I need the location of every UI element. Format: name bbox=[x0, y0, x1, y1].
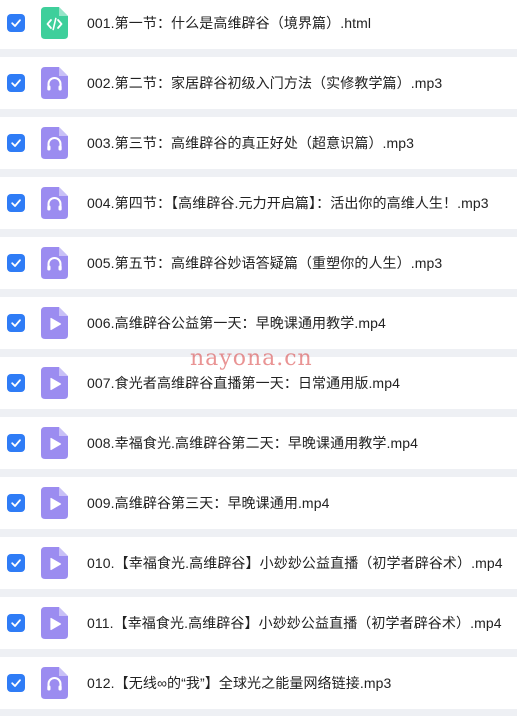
checkmark-icon bbox=[11, 199, 21, 207]
file-checkbox[interactable] bbox=[7, 494, 25, 512]
play-file-icon bbox=[41, 367, 68, 399]
file-checkbox[interactable] bbox=[7, 374, 25, 392]
play-file-icon bbox=[41, 547, 68, 579]
headphones-file-icon bbox=[41, 127, 68, 159]
file-checkbox[interactable] bbox=[7, 434, 25, 452]
file-checkbox[interactable] bbox=[7, 674, 25, 692]
file-row[interactable]: 006.高维辟谷公益第一天：早晚课通用教学.mp4 bbox=[0, 297, 517, 349]
file-name[interactable]: 011.【幸福食光.高维辟谷】小玅玅公益直播（初学者辟谷术）.mp4 bbox=[87, 613, 502, 633]
checkmark-icon bbox=[11, 679, 21, 687]
file-name[interactable]: 003.第三节：高维辟谷的真正好处（超意识篇）.mp3 bbox=[87, 133, 414, 153]
file-name[interactable]: 008.幸福食光.高维辟谷第二天：早晚课通用教学.mp4 bbox=[87, 433, 418, 453]
play-file-icon bbox=[41, 607, 68, 639]
file-row[interactable]: 010.【幸福食光.高维辟谷】小玅玅公益直播（初学者辟谷术）.mp4 bbox=[0, 537, 517, 589]
file-checkbox[interactable] bbox=[7, 554, 25, 572]
checkmark-icon bbox=[11, 19, 21, 27]
file-name[interactable]: 009.高维辟谷第三天：早晚课通用.mp4 bbox=[87, 493, 329, 513]
file-row[interactable]: 003.第三节：高维辟谷的真正好处（超意识篇）.mp3 bbox=[0, 117, 517, 169]
file-name[interactable]: 002.第二节：家居辟谷初级入门方法（实修教学篇）.mp3 bbox=[87, 73, 442, 93]
checkmark-icon bbox=[11, 319, 21, 327]
headphones-file-icon bbox=[41, 187, 68, 219]
file-name[interactable]: 012.【无线∞的“我”】全球光之能量网络链接.mp3 bbox=[87, 673, 391, 693]
checkmark-icon bbox=[11, 139, 21, 147]
file-checkbox[interactable] bbox=[7, 74, 25, 92]
headphones-file-icon bbox=[41, 667, 68, 699]
file-checkbox[interactable] bbox=[7, 614, 25, 632]
checkmark-icon bbox=[11, 379, 21, 387]
file-checkbox[interactable] bbox=[7, 194, 25, 212]
play-file-icon bbox=[41, 427, 68, 459]
file-checkbox[interactable] bbox=[7, 254, 25, 272]
checkmark-icon bbox=[11, 259, 21, 267]
file-name[interactable]: 006.高维辟谷公益第一天：早晚课通用教学.mp4 bbox=[87, 313, 386, 333]
file-row[interactable]: 008.幸福食光.高维辟谷第二天：早晚课通用教学.mp4 bbox=[0, 417, 517, 469]
checkmark-icon bbox=[11, 619, 21, 627]
checkmark-icon bbox=[11, 79, 21, 87]
checkmark-icon bbox=[11, 559, 21, 567]
file-row[interactable]: 005.第五节：高维辟谷妙语答疑篇（重塑你的人生）.mp3 bbox=[0, 237, 517, 289]
file-row[interactable]: 011.【幸福食光.高维辟谷】小玅玅公益直播（初学者辟谷术）.mp4 bbox=[0, 597, 517, 649]
file-name[interactable]: 001.第一节：什么是高维辟谷（境界篇）.html bbox=[87, 13, 371, 33]
checkmark-icon bbox=[11, 439, 21, 447]
file-row[interactable]: 012.【无线∞的“我”】全球光之能量网络链接.mp3 bbox=[0, 657, 517, 709]
headphones-file-icon bbox=[41, 67, 68, 99]
file-row[interactable]: 004.第四节：【高维辟谷.元力开启篇】：活出你的高维人生！.mp3 bbox=[0, 177, 517, 229]
file-name[interactable]: 010.【幸福食光.高维辟谷】小玅玅公益直播（初学者辟谷术）.mp4 bbox=[87, 553, 503, 573]
play-file-icon bbox=[41, 307, 68, 339]
file-name[interactable]: 005.第五节：高维辟谷妙语答疑篇（重塑你的人生）.mp3 bbox=[87, 253, 442, 273]
headphones-file-icon bbox=[41, 247, 68, 279]
file-checkbox[interactable] bbox=[7, 134, 25, 152]
file-name[interactable]: 004.第四节：【高维辟谷.元力开启篇】：活出你的高维人生！.mp3 bbox=[87, 193, 489, 213]
checkmark-icon bbox=[11, 499, 21, 507]
file-name[interactable]: 007.食光者高维辟谷直播第一天：日常通用版.mp4 bbox=[87, 373, 400, 393]
watermark: nayona.cn bbox=[190, 346, 313, 371]
file-row[interactable]: 002.第二节：家居辟谷初级入门方法（实修教学篇）.mp3 bbox=[0, 57, 517, 109]
file-row[interactable]: 001.第一节：什么是高维辟谷（境界篇）.html bbox=[0, 0, 517, 49]
file-row[interactable]: 009.高维辟谷第三天：早晚课通用.mp4 bbox=[0, 477, 517, 529]
code-file-icon bbox=[41, 7, 68, 39]
file-checkbox[interactable] bbox=[7, 314, 25, 332]
file-checkbox[interactable] bbox=[7, 14, 25, 32]
play-file-icon bbox=[41, 487, 68, 519]
